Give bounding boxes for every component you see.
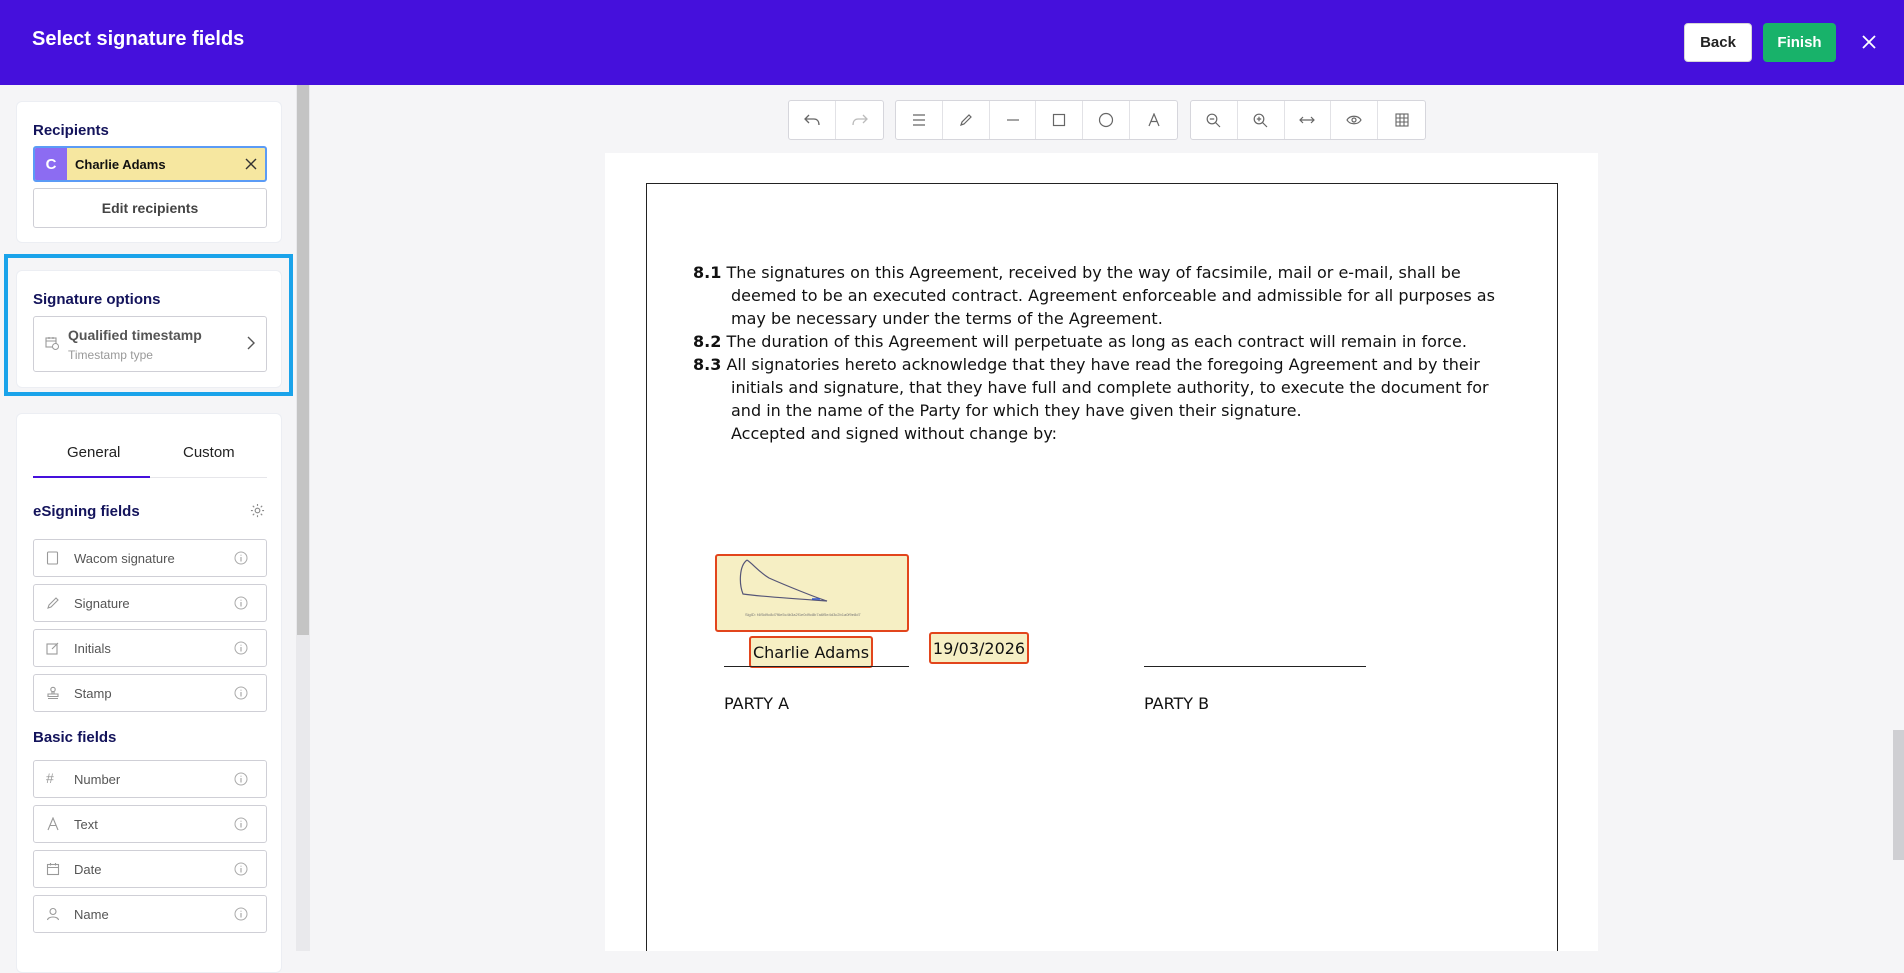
field-label: Initials bbox=[74, 641, 111, 656]
signature-line-a bbox=[724, 666, 909, 667]
basic-fields-title: Basic fields bbox=[33, 729, 117, 746]
pen-icon[interactable] bbox=[943, 101, 990, 139]
clause-8-3-line-2: initials and signature, that they have f… bbox=[731, 378, 1489, 397]
top-bar: Select signature fields Back Finish bbox=[0, 0, 1904, 85]
field-label: Wacom signature bbox=[74, 551, 175, 566]
recipient-name: Charlie Adams bbox=[75, 156, 166, 172]
pen-icon bbox=[46, 596, 60, 615]
view-toolbar bbox=[1190, 100, 1426, 140]
circle-icon[interactable] bbox=[1083, 101, 1131, 139]
info-icon[interactable] bbox=[234, 551, 248, 570]
placed-date-field[interactable]: 19/03/2026 bbox=[929, 632, 1029, 664]
timestamp-subtitle: Timestamp type bbox=[68, 348, 153, 362]
chevron-right-icon bbox=[246, 336, 256, 355]
fields-card: General Custom eSigning fields Wacom sig… bbox=[16, 413, 282, 973]
field-label: Stamp bbox=[74, 686, 112, 701]
wacom-signature-field[interactable]: Wacom signature bbox=[33, 539, 267, 577]
signature-line-b bbox=[1144, 666, 1366, 667]
name-field[interactable]: Name bbox=[33, 895, 267, 933]
drawing-toolbar bbox=[895, 100, 1178, 140]
number-field[interactable]: # Number bbox=[33, 760, 267, 798]
party-a-label: PARTY A bbox=[724, 694, 790, 713]
page-title: Select signature fields bbox=[32, 28, 245, 50]
field-label: Number bbox=[74, 772, 121, 787]
grid-icon[interactable] bbox=[1378, 101, 1425, 139]
document-scrollbar[interactable] bbox=[1893, 730, 1904, 860]
placed-name-field[interactable]: Charlie Adams bbox=[749, 636, 873, 668]
hash-icon: # bbox=[46, 770, 54, 786]
clause-8-3-line-1: 8.3 All signatories hereto acknowledge t… bbox=[693, 355, 1480, 374]
info-icon[interactable] bbox=[234, 907, 248, 926]
recipients-title: Recipients bbox=[33, 122, 109, 139]
fit-width-icon[interactable] bbox=[1285, 101, 1332, 139]
field-tabs: General Custom bbox=[33, 436, 267, 478]
placed-signature-field[interactable]: SigID: f4f5d9c8d7f6e5c4b3a2f1e0d9c8b7a6f… bbox=[715, 554, 909, 632]
clause-8-3-line-4: Accepted and signed without change by: bbox=[731, 424, 1058, 443]
signature-hash: SigID: f4f5d9c8d7f6e5c4b3a2f1e0d9c8b7a6f… bbox=[745, 612, 861, 617]
signature-options-title: Signature options bbox=[33, 291, 161, 308]
recipient-avatar: C bbox=[35, 148, 67, 180]
esigning-fields-title: eSigning fields bbox=[33, 503, 140, 520]
clause-8-1-line-3: may be necessary under the terms of the … bbox=[731, 309, 1163, 328]
tab-general[interactable]: General bbox=[67, 444, 120, 461]
edit-icon bbox=[46, 641, 60, 660]
active-tab-indicator bbox=[33, 476, 150, 478]
back-button[interactable]: Back bbox=[1684, 23, 1752, 62]
field-label: Signature bbox=[74, 596, 130, 611]
menu-icon[interactable] bbox=[896, 101, 943, 139]
signature-drawing bbox=[739, 559, 828, 602]
text-icon[interactable] bbox=[1130, 101, 1177, 139]
clause-8-2-line-1: 8.2 The duration of this Agreement will … bbox=[693, 332, 1467, 351]
recipients-card: Recipients C Charlie Adams Edit recipien… bbox=[16, 101, 282, 243]
initials-field[interactable]: Initials bbox=[33, 629, 267, 667]
gear-icon[interactable] bbox=[250, 503, 265, 523]
remove-recipient-icon[interactable] bbox=[237, 148, 265, 180]
eye-icon[interactable] bbox=[1331, 101, 1379, 139]
field-label: Date bbox=[74, 862, 102, 877]
tablet-icon bbox=[46, 551, 59, 570]
clause-8-1-line-1: 8.1 The signatures on this Agreement, re… bbox=[693, 263, 1461, 282]
info-icon[interactable] bbox=[234, 596, 248, 615]
redo-icon[interactable] bbox=[836, 101, 883, 139]
info-icon[interactable] bbox=[234, 862, 248, 881]
calendar-icon bbox=[46, 862, 60, 881]
info-icon[interactable] bbox=[234, 772, 248, 791]
undo-icon[interactable] bbox=[789, 101, 836, 139]
field-label: Name bbox=[74, 907, 109, 922]
text-field[interactable]: Text bbox=[33, 805, 267, 843]
line-icon[interactable] bbox=[990, 101, 1037, 139]
finish-button[interactable]: Finish bbox=[1763, 23, 1836, 62]
tab-custom[interactable]: Custom bbox=[183, 444, 235, 461]
history-toolbar bbox=[788, 100, 884, 140]
signature-options-card: Signature options Qualified timestamp Ti… bbox=[16, 270, 282, 388]
sidebar-scrollbar[interactable] bbox=[297, 85, 309, 635]
info-icon[interactable] bbox=[234, 817, 248, 836]
signature-field[interactable]: Signature bbox=[33, 584, 267, 622]
recipient-chip[interactable]: C Charlie Adams bbox=[33, 146, 267, 182]
zoom-out-icon[interactable] bbox=[1191, 101, 1238, 139]
calendar-clock-icon bbox=[45, 336, 59, 355]
person-icon bbox=[46, 907, 60, 926]
info-icon[interactable] bbox=[234, 686, 248, 705]
timestamp-title: Qualified timestamp bbox=[68, 327, 202, 343]
info-icon[interactable] bbox=[234, 641, 248, 660]
timestamp-type-selector[interactable]: Qualified timestamp Timestamp type bbox=[33, 316, 267, 372]
rectangle-icon[interactable] bbox=[1036, 101, 1084, 139]
clause-8-1-line-2: deemed to be an executed contract. Agree… bbox=[731, 286, 1495, 305]
party-b-label: PARTY B bbox=[1144, 694, 1210, 713]
edit-recipients-button[interactable]: Edit recipients bbox=[33, 188, 267, 228]
zoom-in-icon[interactable] bbox=[1238, 101, 1285, 139]
field-label: Text bbox=[74, 817, 98, 832]
clause-8-3-line-3: and in the name of the Party for which t… bbox=[731, 401, 1302, 420]
stamp-field[interactable]: Stamp bbox=[33, 674, 267, 712]
close-icon[interactable] bbox=[1855, 28, 1883, 56]
stamp-icon bbox=[46, 686, 60, 705]
date-field[interactable]: Date bbox=[33, 850, 267, 888]
text-icon bbox=[46, 816, 60, 836]
